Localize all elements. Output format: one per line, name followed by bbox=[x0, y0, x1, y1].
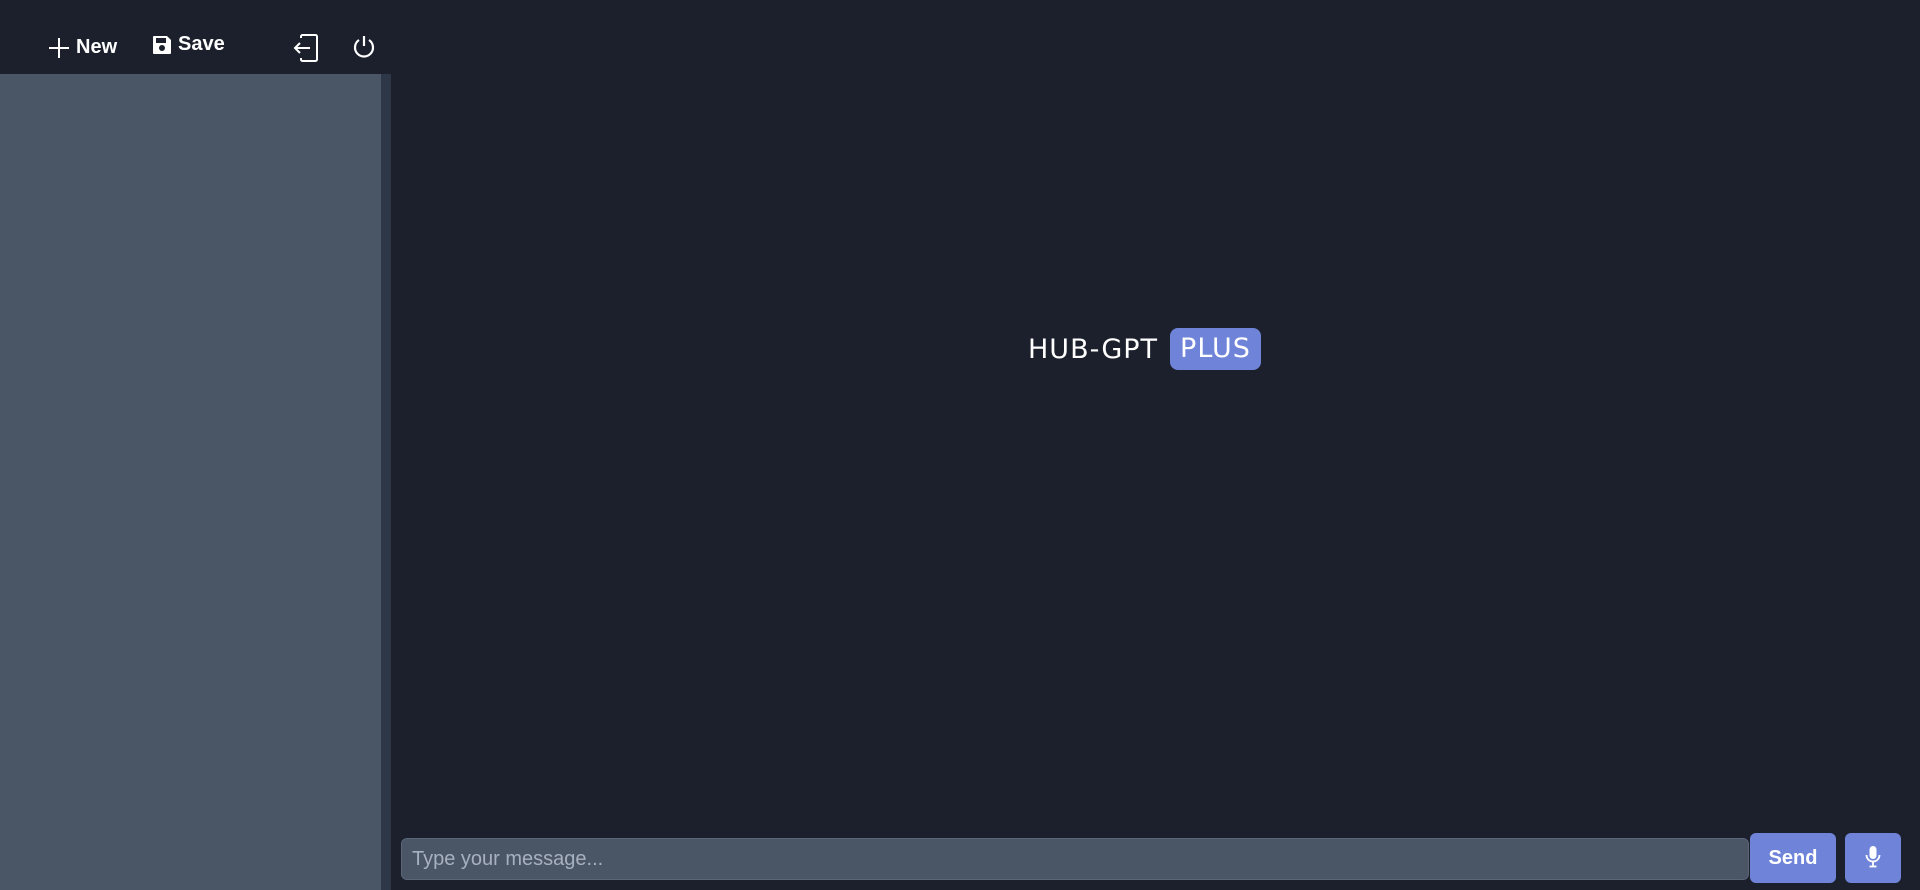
plus-icon bbox=[48, 37, 70, 59]
app-logo: HUB-GPT PLUS bbox=[1028, 328, 1261, 370]
save-label: Save bbox=[178, 33, 225, 55]
sidebar-toolbar: New Save bbox=[0, 0, 391, 74]
floppy-disk-icon bbox=[152, 35, 172, 55]
message-composer: Send bbox=[391, 822, 1920, 890]
microphone-icon bbox=[1865, 845, 1881, 872]
app-window: New Save HUB-GPT PLUS Type your message.… bbox=[0, 0, 1920, 890]
sidebar: New Save bbox=[0, 0, 391, 890]
save-button[interactable]: Save bbox=[152, 33, 225, 56]
new-chat-button[interactable]: New bbox=[48, 36, 117, 59]
logo-text: HUB-GPT bbox=[1028, 333, 1159, 365]
message-input[interactable] bbox=[401, 838, 1749, 880]
power-icon bbox=[352, 34, 376, 60]
microphone-button[interactable] bbox=[1845, 833, 1901, 883]
sign-out-icon bbox=[293, 34, 319, 62]
chat-area: HUB-GPT PLUS bbox=[391, 0, 1920, 890]
sidebar-scrollbar[interactable] bbox=[381, 74, 391, 890]
logout-button[interactable] bbox=[293, 34, 319, 62]
power-button[interactable] bbox=[352, 34, 376, 60]
send-button[interactable]: Send bbox=[1750, 833, 1836, 883]
logo-badge: PLUS bbox=[1170, 328, 1261, 370]
new-chat-label: New bbox=[76, 36, 118, 58]
conversation-list bbox=[0, 74, 381, 890]
